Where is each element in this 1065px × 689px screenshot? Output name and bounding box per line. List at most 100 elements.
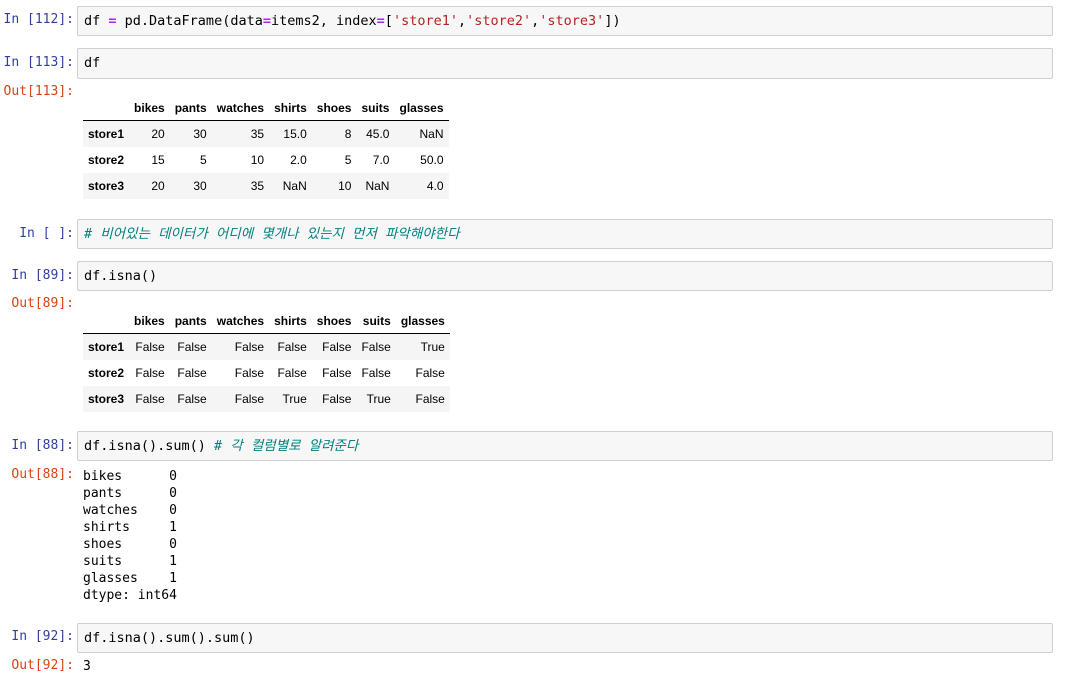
table-cell: 10 — [250, 153, 265, 167]
table-cell: 35 — [250, 127, 265, 141]
table-cell: False — [322, 366, 352, 380]
table-cell: True — [282, 392, 307, 406]
code-cell-input[interactable]: df.isna() — [77, 261, 1053, 291]
column-header: watches — [211, 309, 270, 334]
input-prompt: In [112]: — [3, 12, 74, 27]
code-token: , — [457, 13, 467, 29]
input-prompt: In [113]: — [3, 55, 74, 70]
column-header: shirts — [269, 309, 312, 334]
table-cell: False — [277, 366, 307, 380]
row-index: store2 — [88, 153, 125, 167]
code-token: 'store1' — [392, 13, 458, 29]
input-prompt: In [92]: — [11, 629, 74, 644]
input-prompt: In [ ]: — [19, 226, 74, 241]
code-token: 'store3' — [539, 13, 605, 29]
table-cell: False — [177, 366, 207, 380]
series-line: shirts 1 — [83, 520, 177, 535]
table-cell: NaN — [419, 127, 444, 141]
table-cell: 20 — [151, 127, 165, 141]
table-cell: NaN — [365, 179, 390, 193]
code-token: = — [108, 13, 117, 29]
table-cell: False — [415, 392, 445, 406]
output-prompt: Out[113]: — [3, 84, 74, 99]
code-token: df.isna().sum() — [84, 438, 215, 454]
series-output: bikes 0 pants 0 watches 0 shirts 1 shoes 0 su… — [83, 468, 177, 604]
table-row: store1 False False False False False False True — [83, 333, 450, 360]
row-index: store3 — [88, 392, 125, 406]
column-header: shoes — [311, 309, 357, 334]
code-cell-input[interactable]: # 비어있는 데이터가 어디에 몇개나 있는지 먼저 파악해야한다 — [77, 219, 1053, 249]
table-cell: 45.0 — [366, 127, 390, 141]
dataframe-table: bikes pants watches shirts shoes suits glasses… — [83, 309, 450, 412]
code-token: 'store2' — [466, 13, 532, 29]
table-cell: False — [135, 340, 165, 354]
column-header: pants — [169, 309, 212, 334]
series-line: watches 0 — [83, 503, 177, 518]
row-index: store2 — [88, 366, 125, 380]
input-prompt: In [88]: — [11, 438, 74, 453]
code-token: = — [262, 13, 271, 29]
table-cell: 7.0 — [372, 153, 390, 167]
table-cell: 4.0 — [426, 179, 444, 193]
table-cell: 15.0 — [283, 127, 307, 141]
table-cell: False — [177, 340, 207, 354]
code-cell-input[interactable]: df.isna().sum().sum() — [77, 623, 1053, 653]
code-cell-input[interactable]: df = pd.DataFrame(data=items2, index=['s… — [77, 6, 1053, 36]
code-token: df.isna().sum().sum() — [84, 630, 255, 646]
input-prompt: In [89]: — [11, 268, 74, 283]
table-cell: False — [361, 366, 391, 380]
table-cell: 15 — [151, 153, 165, 167]
column-header: bikes — [129, 309, 170, 334]
table-cell: False — [277, 340, 307, 354]
table-cell: False — [135, 392, 165, 406]
table-cell: False — [135, 366, 165, 380]
dataframe-table: bikes pants watches shirts shoes suits glasses… — [83, 96, 449, 199]
table-row: store1 20 30 35 15.0 8 45.0 NaN — [83, 120, 449, 147]
column-header: pants — [169, 96, 212, 121]
column-header — [83, 96, 130, 121]
table-cell: True — [420, 340, 445, 354]
table-cell: 5 — [344, 153, 352, 167]
column-header: shoes — [311, 96, 357, 121]
code-cell-input[interactable]: df.isna().sum() # 각 컬럼별로 알려준다 — [77, 431, 1053, 461]
table-row: store3 20 30 35 NaN 10 NaN 4.0 — [83, 173, 449, 199]
column-header: watches — [211, 96, 270, 121]
series-line: dtype: int64 — [83, 588, 177, 603]
column-header: glasses — [394, 96, 449, 121]
output-prompt: Out[92]: — [11, 658, 74, 673]
series-line: glasses 1 — [83, 571, 177, 586]
table-cell: True — [366, 392, 391, 406]
series-line: suits 1 — [83, 554, 177, 569]
code-token: # 각 컬럼별로 알려준다 — [214, 438, 359, 454]
code-token: # 비어있는 데이터가 어디에 몇개나 있는지 먼저 파악해야한다 — [84, 226, 460, 242]
row-index: store1 — [88, 340, 125, 354]
row-index: store3 — [88, 179, 125, 193]
code-token: [ — [384, 13, 393, 29]
code-token: df — [84, 13, 109, 29]
column-header — [83, 309, 130, 334]
table-cell: False — [415, 366, 445, 380]
series-line: shoes 0 — [83, 537, 177, 552]
column-header: suits — [356, 309, 396, 334]
table-cell: 50.0 — [420, 153, 444, 167]
table-cell: 30 — [193, 179, 207, 193]
table-cell: 35 — [250, 179, 265, 193]
table-cell: False — [177, 392, 207, 406]
row-index: store1 — [88, 127, 125, 141]
column-header: suits — [356, 96, 395, 121]
table-cell: False — [322, 392, 352, 406]
column-header: glasses — [395, 309, 450, 334]
code-cell-input[interactable]: df — [77, 48, 1053, 79]
table-cell: False — [322, 340, 352, 354]
sum-output: 3 — [83, 659, 91, 674]
output-prompt: Out[88]: — [11, 467, 74, 482]
table-cell: 8 — [344, 127, 352, 141]
output-prompt: Out[89]: — [11, 296, 74, 311]
column-header: shirts — [269, 96, 312, 121]
table-cell: False — [234, 366, 265, 380]
table-cell: NaN — [282, 179, 307, 193]
table-row: store2 False False False False False False Fals… — [83, 360, 450, 386]
column-header: bikes — [129, 96, 170, 121]
table-cell: False — [361, 340, 391, 354]
code-token: items2, index — [270, 13, 377, 29]
